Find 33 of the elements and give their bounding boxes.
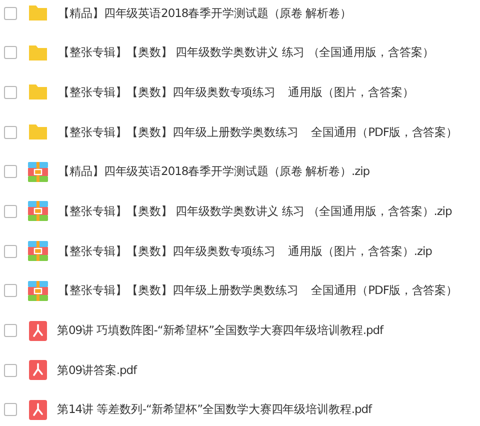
folder-icon bbox=[28, 83, 48, 102]
file-name[interactable]: 【整张专辑】【奥数】四年级奥数专项练习 通用版（图片，含答案） bbox=[58, 84, 414, 100]
file-name[interactable]: 【精品】四年级英语2018春季开学测试题（原卷 解析卷） bbox=[58, 6, 352, 20]
folder-icon bbox=[28, 44, 48, 62]
file-name[interactable]: 【整张专辑】【奥数】四年级上册数学奥数练习 全国通用（PDF版，含答案） bbox=[58, 283, 458, 298]
checkbox[interactable] bbox=[4, 86, 17, 99]
file-name[interactable]: 【整张专辑】【奥数】四年级上册数学奥数练习 全国通用（PDF版，含答案） bbox=[58, 124, 458, 140]
archive-icon bbox=[28, 241, 48, 262]
file-name[interactable]: 【精品】四年级英语2018春季开学测试题（原卷 解析卷）.zip bbox=[58, 164, 370, 180]
checkbox[interactable] bbox=[4, 403, 17, 416]
pdf-icon bbox=[29, 400, 47, 420]
pdf-icon bbox=[29, 320, 47, 340]
file-name[interactable]: 第14讲 等差数列-“新希望杯”全国数学大赛四年级培训教程.pdf bbox=[57, 402, 372, 418]
checkbox[interactable] bbox=[4, 364, 17, 377]
archive-icon bbox=[28, 162, 48, 182]
file-name[interactable]: 【整张专辑】【奥数】 四年级数学奥数讲义 练习 （全国通用版，含答案） bbox=[58, 45, 434, 60]
checkbox[interactable] bbox=[4, 204, 17, 218]
checkbox[interactable] bbox=[4, 6, 17, 20]
checkbox[interactable] bbox=[4, 324, 17, 337]
pdf-icon bbox=[29, 360, 47, 380]
checkbox[interactable] bbox=[4, 126, 17, 139]
archive-icon bbox=[28, 201, 48, 222]
checkbox[interactable] bbox=[4, 46, 17, 60]
file-name[interactable]: 第09讲答案.pdf bbox=[57, 362, 136, 378]
file-name[interactable]: 第09讲 巧填数阵图-“新希望杯”全国数学大赛四年级培训教程.pdf bbox=[57, 323, 383, 338]
checkbox[interactable] bbox=[4, 165, 17, 178]
folder-icon bbox=[28, 123, 48, 142]
file-name[interactable]: 【整张专辑】【奥数】 四年级数学奥数讲义 练习 （全国通用版，含答案）.zip bbox=[58, 204, 452, 219]
archive-icon bbox=[28, 280, 48, 301]
checkbox[interactable] bbox=[4, 284, 17, 298]
folder-icon bbox=[28, 4, 48, 22]
file-name[interactable]: 【整张专辑】【奥数】四年级奥数专项练习 通用版（图片，含答案）.zip bbox=[58, 244, 432, 259]
checkbox[interactable] bbox=[4, 244, 17, 258]
